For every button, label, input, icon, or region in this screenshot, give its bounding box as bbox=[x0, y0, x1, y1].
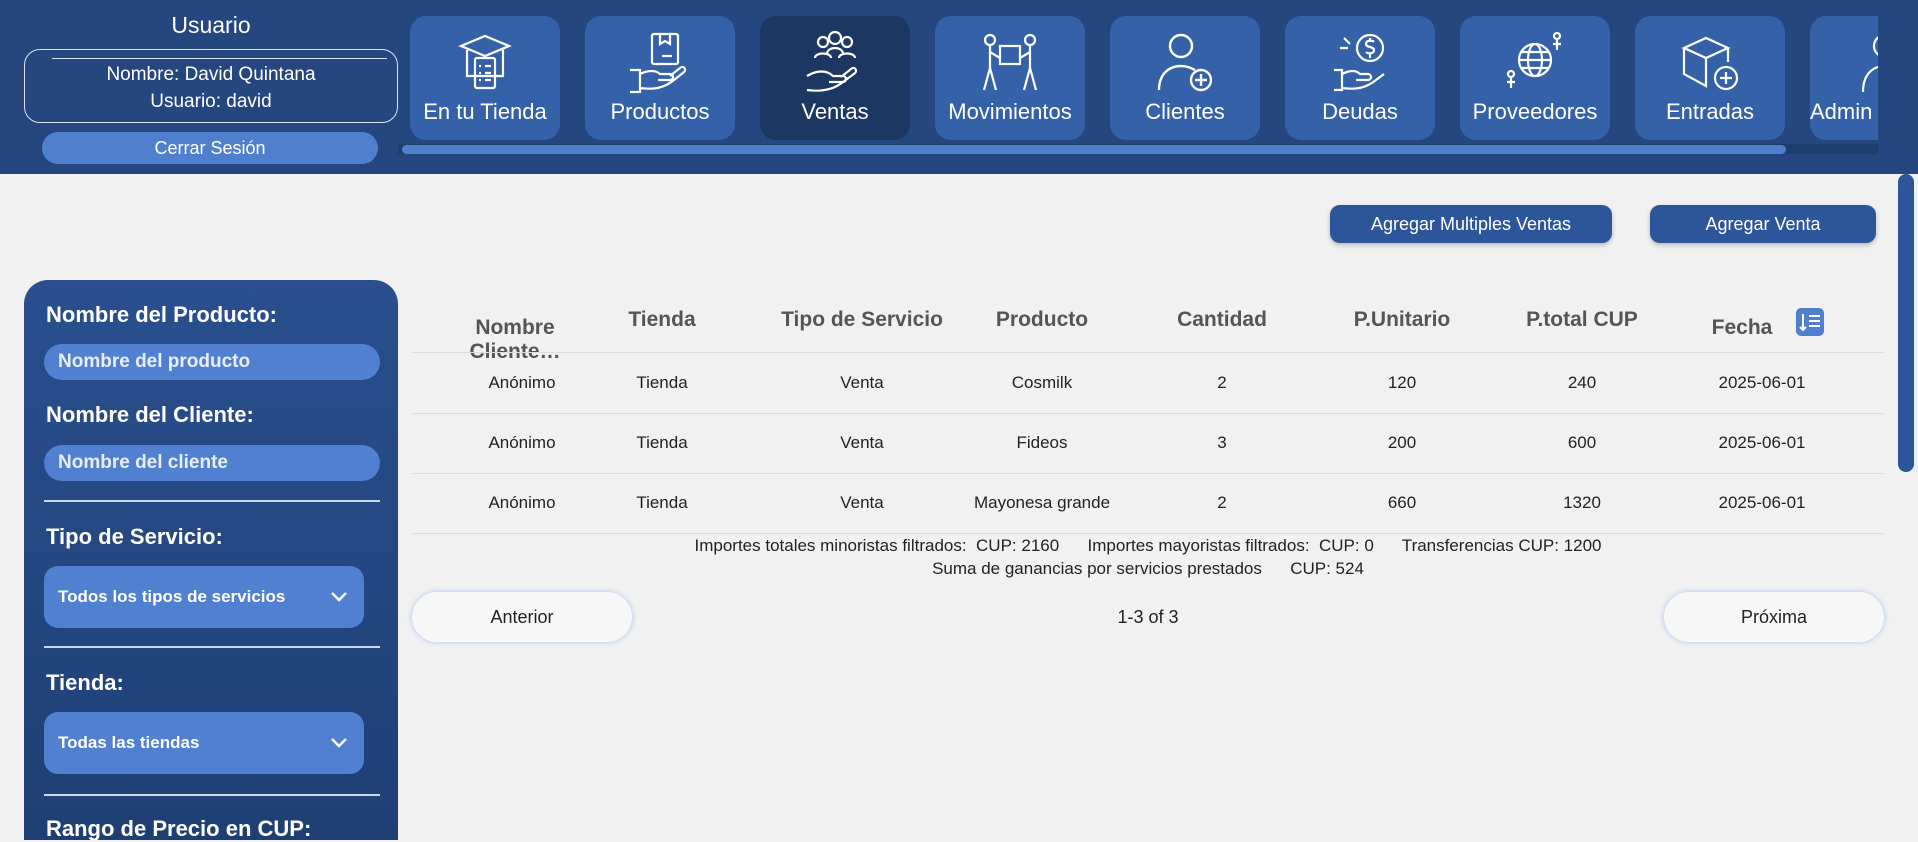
cell-service-type: Venta bbox=[840, 493, 884, 512]
page-scrollbar-thumb[interactable] bbox=[1898, 174, 1914, 472]
cell-store: Tienda bbox=[636, 493, 688, 512]
cell-total-price: 240 bbox=[1567, 373, 1597, 392]
add-sale-button[interactable]: Agregar Venta bbox=[1650, 205, 1876, 243]
column-header-store[interactable]: Tienda bbox=[592, 308, 732, 332]
totals-summary: Importes totales minoristas filtrados: C… bbox=[694, 536, 1602, 555]
service-type-label: Tipo de Servicio: bbox=[46, 524, 223, 549]
divider bbox=[44, 794, 380, 796]
top-navigation-bar: Usuario Nombre: David Quintana Usuario: … bbox=[0, 0, 1918, 174]
client-name-label: Nombre del Cliente: bbox=[46, 402, 254, 427]
nav-tile-label: Entradas bbox=[1665, 99, 1755, 124]
add-multiple-sales-button[interactable]: Agregar Multiples Ventas bbox=[1330, 205, 1612, 243]
money-hand-icon bbox=[1334, 33, 1385, 92]
box-add-icon bbox=[1681, 36, 1739, 91]
cell-client: Anónimo bbox=[488, 373, 556, 392]
divider bbox=[44, 646, 380, 648]
cell-date: 2025-06-01 bbox=[1718, 433, 1806, 452]
module-tiles: En tu Tienda Productos Ventas Movimiento… bbox=[410, 16, 1878, 140]
user-add-icon bbox=[1157, 33, 1213, 92]
page-scrollbar[interactable] bbox=[1895, 174, 1918, 830]
service-type-value: Todos los tipos de servicios bbox=[58, 587, 286, 606]
nav-tile-label: Admin bbox=[1810, 99, 1873, 124]
hand-box-icon bbox=[630, 32, 687, 94]
cell-product: Fideos bbox=[1016, 433, 1068, 452]
logout-button[interactable]: Cerrar Sesión bbox=[42, 132, 378, 164]
filter-panel: Nombre del Producto: Nombre del producto… bbox=[24, 280, 398, 841]
nav-tile-ventas[interactable]: Ventas bbox=[760, 16, 910, 140]
nav-tile-label: Productos bbox=[610, 99, 710, 124]
column-header-quantity[interactable]: Cantidad bbox=[1132, 308, 1312, 332]
nav-tile-entradas[interactable]: Entradas bbox=[1635, 16, 1785, 140]
cell-unit-price: 200 bbox=[1387, 433, 1417, 452]
nav-tile-admin[interactable]: Admin bbox=[1810, 16, 1878, 140]
column-header-product[interactable]: Producto bbox=[952, 308, 1132, 332]
pagination-info: 1-3 of 3 bbox=[1117, 607, 1179, 627]
tiles-scrollbar-thumb[interactable] bbox=[402, 145, 1786, 154]
user-panel-title: Usuario bbox=[171, 12, 251, 38]
cell-date: 2025-06-01 bbox=[1718, 373, 1806, 392]
chevron-down-icon bbox=[330, 566, 348, 654]
product-name-input[interactable]: Nombre del producto bbox=[44, 344, 380, 380]
user-panel: Usuario Nombre: David Quintana Usuario: … bbox=[24, 6, 398, 164]
cell-quantity: 2 bbox=[1217, 373, 1227, 392]
store-value: Todas las tiendas bbox=[58, 733, 200, 752]
table-row[interactable]: Anónimo Tienda Venta Fideos 3 200 600 20… bbox=[412, 413, 1884, 474]
cell-product: Mayonesa grande bbox=[973, 493, 1111, 512]
cell-total-price: 600 bbox=[1567, 433, 1597, 452]
cell-client: Anónimo bbox=[488, 493, 556, 512]
divider bbox=[52, 58, 387, 59]
nav-tile-en-tu-tienda[interactable]: En tu Tienda bbox=[410, 16, 560, 140]
cell-quantity: 3 bbox=[1217, 433, 1227, 452]
nav-tile-label: Movimientos bbox=[948, 99, 1072, 124]
column-header-total-price[interactable]: P.total CUP bbox=[1492, 308, 1672, 332]
nav-tile-proveedores[interactable]: Proveedores bbox=[1460, 16, 1610, 140]
user-name-text: Nombre: David Quintana bbox=[106, 64, 316, 85]
service-type-select[interactable]: Todos los tipos de servicios bbox=[44, 566, 364, 628]
nav-tile-productos[interactable]: Productos bbox=[585, 16, 735, 140]
nav-tile-movimientos[interactable]: Movimientos bbox=[935, 16, 1085, 140]
store-label: Tienda: bbox=[46, 670, 124, 695]
column-header-unit-price[interactable]: P.Unitario bbox=[1312, 308, 1492, 332]
divider bbox=[44, 500, 380, 502]
table-row[interactable]: Anónimo Tienda Venta Cosmilk 2 120 240 2… bbox=[412, 353, 1884, 414]
column-header-date[interactable]: Fecha bbox=[1672, 316, 1812, 340]
sort-icon[interactable] bbox=[1796, 308, 1824, 336]
nav-tile-clientes[interactable]: Clientes bbox=[1110, 16, 1260, 140]
cell-total-price: 1320 bbox=[1563, 493, 1601, 512]
people-carry-box-icon bbox=[982, 33, 1038, 91]
cell-service-type: Venta bbox=[840, 433, 884, 452]
user-username-text: Usuario: david bbox=[150, 91, 272, 112]
user-info-box: Nombre: David Quintana Usuario: david bbox=[24, 49, 398, 123]
earnings-summary: Suma de ganancias por servicios prestado… bbox=[932, 559, 1364, 578]
price-range-label: Rango de Precio en CUP: bbox=[46, 816, 312, 841]
next-page-button[interactable]: Próxima bbox=[1664, 592, 1884, 642]
cell-unit-price: 120 bbox=[1387, 373, 1417, 392]
cell-quantity: 2 bbox=[1217, 493, 1227, 512]
cell-date: 2025-06-01 bbox=[1718, 493, 1806, 512]
nav-tile-label: Deudas bbox=[1322, 99, 1398, 124]
column-header-service-type[interactable]: Tipo de Servicio bbox=[772, 308, 952, 332]
previous-page-button[interactable]: Anterior bbox=[412, 592, 632, 642]
cell-store: Tienda bbox=[636, 373, 688, 392]
cell-product: Cosmilk bbox=[1011, 373, 1073, 392]
cell-service-type: Venta bbox=[840, 373, 884, 392]
box-checklist-icon bbox=[458, 34, 512, 90]
admin-user-icon bbox=[1861, 36, 1878, 93]
nav-tile-label: Proveedores bbox=[1472, 99, 1598, 124]
table-row[interactable]: Anónimo Tienda Venta Mayonesa grande 2 6… bbox=[412, 473, 1884, 534]
cell-unit-price: 660 bbox=[1387, 493, 1417, 512]
cell-store: Tienda bbox=[636, 433, 688, 452]
cell-client: Anónimo bbox=[488, 433, 556, 452]
nav-tile-label: En tu Tienda bbox=[423, 99, 547, 124]
nav-tile-label: Ventas bbox=[801, 99, 869, 124]
product-name-label: Nombre del Producto: bbox=[46, 302, 278, 327]
globe-people-icon bbox=[1506, 31, 1562, 88]
nav-tile-label: Clientes bbox=[1145, 99, 1225, 124]
client-name-input[interactable]: Nombre del cliente bbox=[44, 445, 380, 481]
chevron-down-icon bbox=[330, 712, 348, 800]
nav-tile-deudas[interactable]: Deudas bbox=[1285, 16, 1435, 140]
hand-people-icon bbox=[806, 30, 858, 92]
store-select[interactable]: Todas las tiendas bbox=[44, 712, 364, 774]
